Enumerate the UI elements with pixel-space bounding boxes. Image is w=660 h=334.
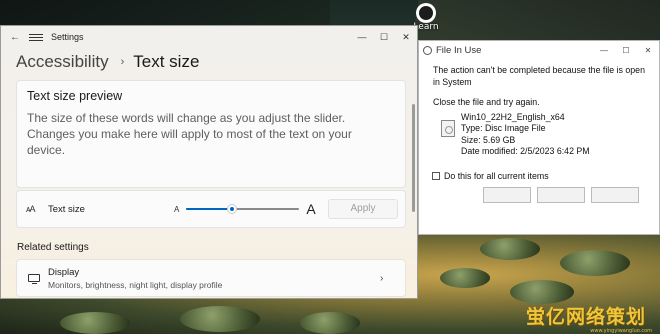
file-date-modified: Date modified: 2/5/2023 6:42 PM	[461, 146, 590, 156]
chevron-right-icon: ›	[380, 272, 384, 284]
minimize-button[interactable]: —	[351, 32, 373, 42]
display-settings-link[interactable]: Display Monitors, brightness, night ligh…	[16, 259, 406, 297]
dialog-instruction: Close the file and try again.	[433, 97, 540, 107]
file-type: Type: Disc Image File	[461, 123, 546, 133]
learn-icon	[416, 3, 436, 23]
hamburger-menu-icon[interactable]	[29, 32, 43, 43]
dialog-button[interactable]	[483, 187, 531, 203]
checkbox-box[interactable]	[432, 172, 440, 180]
text-size-preview-card: Text size preview The size of these word…	[16, 80, 406, 188]
wallpaper-rock	[440, 268, 490, 288]
file-name: Win10_22H2_English_x64	[461, 111, 565, 122]
apply-button[interactable]: Apply	[328, 199, 398, 219]
settings-title: Settings	[51, 32, 84, 42]
preview-text: The size of these words will change as y…	[27, 111, 352, 157]
dialog-button[interactable]	[537, 187, 585, 203]
close-button[interactable]: ✕	[637, 46, 659, 55]
dialog-button[interactable]	[591, 187, 639, 203]
breadcrumb: Accessibility › Text size	[1, 48, 417, 76]
watermark-logo: 蛍亿网络策划	[525, 306, 646, 328]
slider-fill	[186, 208, 233, 210]
display-subtitle: Monitors, brightness, night light, displ…	[48, 279, 223, 290]
settings-window: ← Settings — ☐ ✕ Accessibility › Text si…	[0, 25, 418, 299]
page-title: Text size	[133, 52, 200, 71]
maximize-button[interactable]: ☐	[615, 46, 637, 55]
breadcrumb-accessibility[interactable]: Accessibility	[16, 52, 109, 72]
slider-thumb[interactable]	[227, 204, 238, 214]
small-a-label: A	[174, 204, 180, 214]
preview-heading: Text size preview	[27, 89, 123, 103]
text-size-row: ᴀA Text size A A Apply	[16, 190, 406, 228]
minimize-button[interactable]: —	[593, 46, 615, 55]
file-info: Win10_22H2_English_x64 Type: Disc Image …	[433, 112, 659, 158]
dialog-message: The action can't be completed because th…	[433, 65, 645, 87]
watermark-url: www.yingyiwangluo.com	[590, 328, 652, 334]
text-size-slider[interactable]	[186, 203, 299, 215]
wallpaper-rock	[300, 312, 360, 334]
dialog-title: File In Use	[436, 44, 482, 56]
monitor-icon	[28, 274, 40, 284]
wallpaper-rock	[560, 250, 630, 276]
display-title: Display	[48, 266, 80, 278]
close-button[interactable]: ✕	[395, 32, 417, 43]
wallpaper-rock	[480, 238, 540, 260]
related-settings-heading: Related settings	[17, 242, 89, 253]
text-size-label: Text size	[48, 203, 85, 215]
dialog-buttons	[483, 187, 639, 203]
breadcrumb-separator: ›	[120, 56, 125, 68]
disc-image-file-icon	[441, 119, 455, 137]
file-size: Size: 5.69 GB	[461, 134, 516, 145]
checkbox-label: Do this for all current items	[444, 171, 549, 181]
settings-titlebar: ← Settings — ☐ ✕	[1, 26, 417, 48]
file-in-use-dialog: File In Use — ☐ ✕ The action can't be co…	[418, 40, 660, 235]
apply-to-all-checkbox[interactable]: Do this for all current items	[432, 171, 549, 181]
settings-scrollbar[interactable]	[412, 104, 415, 212]
back-arrow-icon[interactable]: ←	[7, 32, 23, 43]
wallpaper-rock	[60, 312, 130, 334]
wallpaper-rock	[180, 306, 260, 332]
large-a-label: A	[306, 201, 316, 217]
wallpaper-rock	[510, 280, 574, 304]
maximize-button[interactable]: ☐	[373, 32, 395, 43]
text-size-icon: ᴀA	[26, 204, 35, 214]
file-explorer-icon	[423, 45, 432, 55]
dialog-titlebar: File In Use — ☐ ✕	[419, 41, 659, 59]
